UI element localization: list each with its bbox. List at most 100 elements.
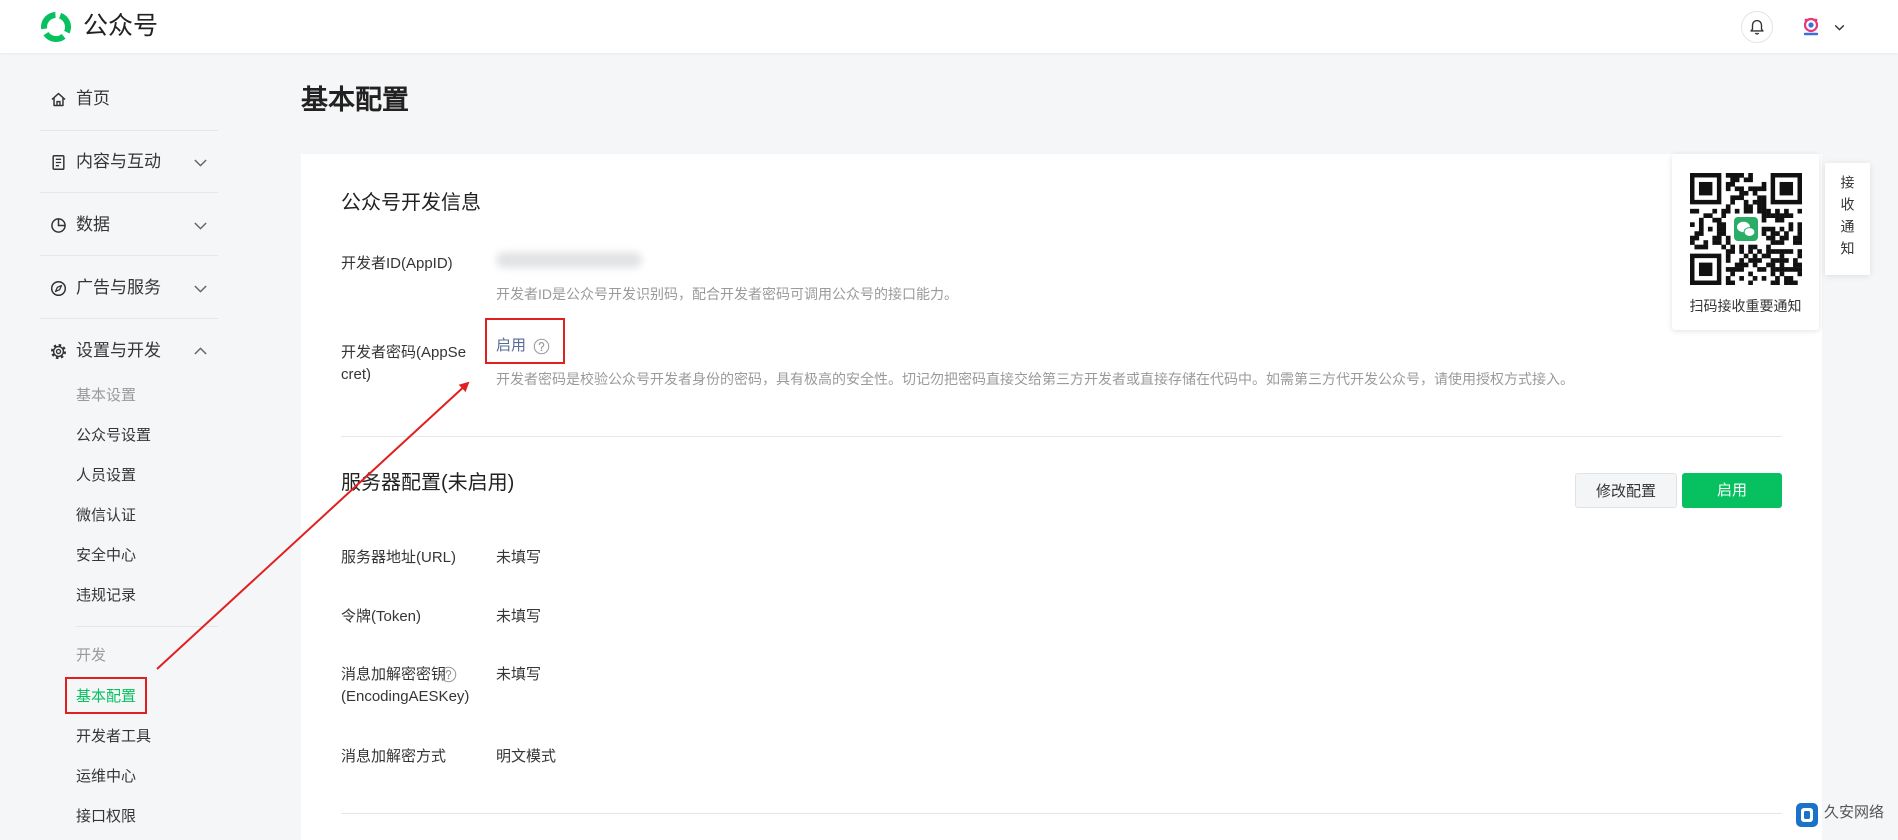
wechat-icon bbox=[1743, 227, 1756, 237]
qr-module bbox=[1770, 226, 1776, 232]
aes-key-label: 消息加解密密钥 bbox=[341, 666, 447, 683]
qr-module bbox=[1761, 195, 1767, 201]
qr-module bbox=[1698, 217, 1704, 223]
qr-module bbox=[1730, 195, 1735, 201]
sidebar-item-api-permissions[interactable]: 接口权限 bbox=[76, 802, 136, 832]
qr-module bbox=[1770, 213, 1776, 218]
qr-module bbox=[1784, 231, 1789, 236]
gear-icon bbox=[50, 343, 67, 360]
qr-module bbox=[1725, 276, 1731, 281]
qr-module bbox=[1775, 213, 1780, 218]
qr-module bbox=[1752, 258, 1758, 263]
sidebar-item-basic-config[interactable]: 基本配置 bbox=[76, 682, 136, 712]
qr-module bbox=[1734, 208, 1740, 214]
qr-module bbox=[1730, 177, 1735, 183]
watermark: 久安网络 bbox=[1795, 799, 1885, 831]
sidebar-divider bbox=[76, 626, 218, 627]
question-circle-icon[interactable] bbox=[533, 338, 550, 355]
sidebar-subheading-basic: 基本设置 bbox=[76, 387, 137, 404]
qr-module bbox=[1775, 217, 1780, 223]
qr-module bbox=[1797, 267, 1802, 272]
qr-module bbox=[1739, 173, 1744, 178]
qr-module bbox=[1779, 226, 1785, 232]
qr-module bbox=[1775, 267, 1780, 272]
sidebar-item-data[interactable]: 数据 bbox=[40, 207, 218, 243]
qr-module bbox=[1716, 240, 1722, 245]
sidebar-item-home[interactable]: 首页 bbox=[40, 81, 218, 117]
qr-module bbox=[1730, 199, 1735, 205]
qr-module bbox=[1788, 249, 1794, 254]
sidebar-item-ops-center[interactable]: 运维中心 bbox=[76, 762, 136, 792]
qr-module bbox=[1694, 231, 1700, 236]
appsecret-description: 开发者密码是校验公众号开发者身份的密码，具有极高的安全性。切记勿把密码直接交给第… bbox=[496, 371, 1574, 387]
qr-module bbox=[1775, 231, 1780, 236]
qr-module bbox=[1725, 258, 1731, 263]
app-name[interactable]: 公众号 bbox=[83, 10, 158, 42]
question-circle-icon[interactable] bbox=[440, 666, 457, 683]
qr-module bbox=[1766, 244, 1771, 250]
qr-module bbox=[1797, 231, 1802, 236]
qr-module bbox=[1748, 173, 1753, 178]
qr-module bbox=[1788, 267, 1794, 272]
qr-module bbox=[1698, 231, 1704, 236]
qr-module bbox=[1748, 244, 1753, 250]
qr-module bbox=[1761, 217, 1767, 223]
wechat-official-account-logo-icon[interactable] bbox=[38, 9, 74, 45]
qr-module bbox=[1775, 280, 1780, 285]
qr-module bbox=[1725, 204, 1731, 210]
qr-module bbox=[1793, 280, 1798, 285]
qr-module bbox=[1725, 240, 1731, 245]
qr-module bbox=[1725, 249, 1731, 254]
sidebar-item-label: 设置与开发 bbox=[76, 341, 161, 360]
receive-notifications-tab[interactable]: 接收通知 bbox=[1825, 163, 1870, 275]
sidebar-item-ads[interactable]: 广告与服务 bbox=[40, 270, 218, 306]
sidebar-item-content[interactable]: 内容与互动 bbox=[40, 144, 218, 180]
chevron-down-icon[interactable] bbox=[1833, 21, 1846, 34]
qr-module bbox=[1725, 267, 1731, 272]
qr-module bbox=[1793, 235, 1798, 241]
qr-module bbox=[1797, 253, 1802, 259]
qr-module bbox=[1707, 226, 1713, 232]
document-icon bbox=[52, 154, 65, 171]
qr-module bbox=[1766, 262, 1771, 268]
qr-module bbox=[1797, 235, 1802, 241]
qr-module bbox=[1784, 267, 1789, 272]
sidebar-item-people-settings[interactable]: 人员设置 bbox=[76, 461, 136, 491]
qr-module bbox=[1743, 208, 1749, 214]
qr-module bbox=[1716, 222, 1722, 227]
qr-module bbox=[1730, 271, 1735, 277]
qr-module bbox=[1757, 267, 1762, 272]
server-url-value: 未填写 bbox=[496, 549, 542, 566]
qr-module bbox=[1734, 195, 1740, 201]
qr-module bbox=[1766, 226, 1771, 232]
top-header: 公众号 bbox=[0, 0, 1898, 53]
sidebar-item-wechat-verification[interactable]: 微信认证 bbox=[76, 501, 136, 531]
qr-module bbox=[1770, 262, 1776, 268]
qr-module bbox=[1770, 235, 1776, 241]
qr-module bbox=[1739, 258, 1744, 263]
notifications-button[interactable] bbox=[1741, 11, 1773, 43]
sidebar-item-account-settings[interactable]: 公众号设置 bbox=[76, 421, 151, 451]
qr-module bbox=[1766, 249, 1771, 254]
avatar[interactable] bbox=[1799, 15, 1823, 39]
sidebar-item-settings[interactable]: 设置与开发 bbox=[40, 333, 218, 369]
sidebar-item-security-center[interactable]: 安全中心 bbox=[76, 541, 136, 571]
qr-module bbox=[1694, 244, 1700, 250]
qr-module bbox=[1793, 262, 1798, 268]
qr-module bbox=[1761, 253, 1767, 259]
qr-module bbox=[1721, 213, 1727, 218]
qr-module bbox=[1739, 249, 1744, 254]
qr-module bbox=[1748, 271, 1753, 277]
enable-server-config-button[interactable]: 启用 bbox=[1682, 473, 1782, 508]
qr-module bbox=[1730, 249, 1735, 254]
sidebar-item-developer-tools[interactable]: 开发者工具 bbox=[76, 722, 151, 752]
aes-key-value: 未填写 bbox=[496, 666, 542, 683]
qr-module bbox=[1797, 226, 1802, 232]
modify-config-button[interactable]: 修改配置 bbox=[1575, 473, 1677, 508]
qr-module bbox=[1739, 195, 1744, 201]
qr-module bbox=[1784, 280, 1789, 285]
qr-module bbox=[1748, 186, 1753, 192]
appsecret-enable-link[interactable]: 启用 bbox=[496, 335, 526, 357]
qr-module bbox=[1752, 276, 1758, 281]
sidebar-item-violation-records[interactable]: 违规记录 bbox=[76, 581, 136, 611]
